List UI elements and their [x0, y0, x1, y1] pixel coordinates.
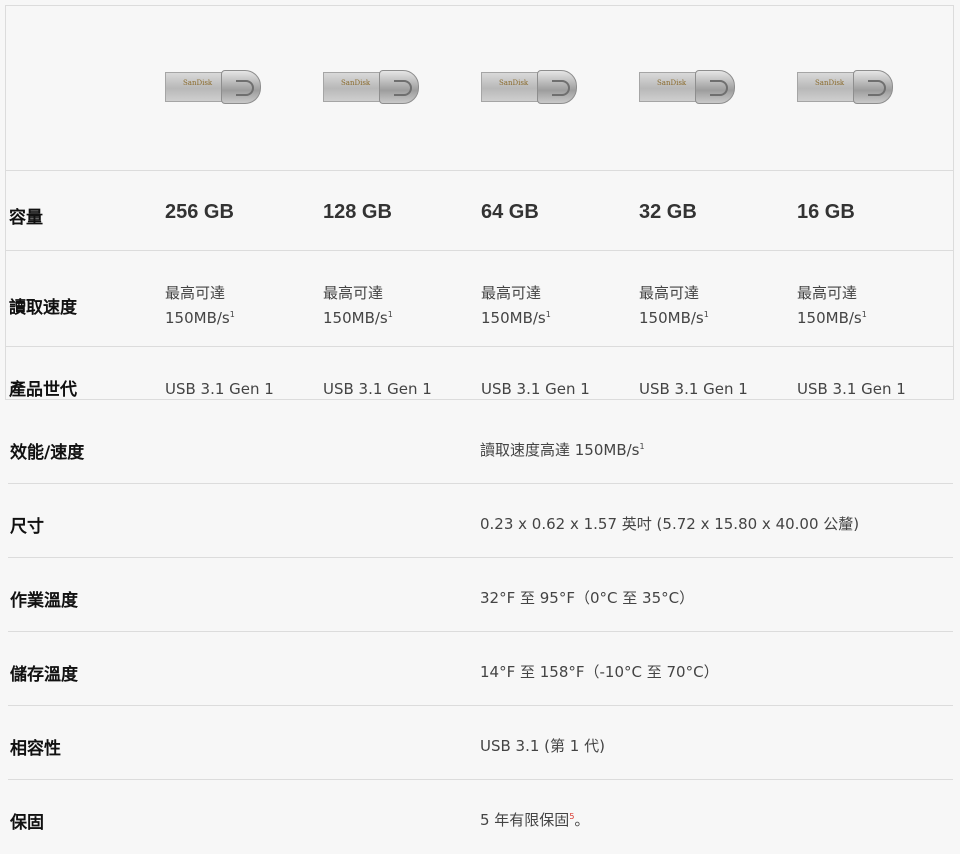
spec-row-dimensions: 尺寸 0.23 x 0.62 x 1.57 英吋 (5.72 x 15.80 x…: [8, 484, 953, 558]
capacity-value: 64 GB: [481, 201, 539, 223]
generation-value: USB 3.1 Gen 1: [797, 380, 906, 398]
generation-value: USB 3.1 Gen 1: [481, 380, 590, 398]
spec-value: 5 年有限保固5。: [480, 811, 590, 829]
spec-row-operating-temp: 作業溫度 32°F 至 95°F（0°C 至 35°C）: [8, 558, 953, 632]
capacity-value: 16 GB: [797, 201, 855, 223]
spec-label: 尺寸: [10, 517, 44, 537]
spec-label: 保固: [10, 813, 44, 833]
read-speed-row: 讀取速度 最高可達 150MB/s1 最高可達 150MB/s1 最高可達 150MB…: [6, 251, 953, 347]
spec-row-performance: 效能/速度 讀取速度高達 150MB/s1: [8, 410, 953, 484]
spec-row-warranty: 保固 5 年有限保固5。: [8, 780, 953, 854]
read-speed-value: 最高可達 150MB/s1: [639, 284, 709, 327]
product-comparison-table: SanDisk SanDisk SanDisk SanDisk SanDisk …: [5, 5, 954, 400]
product-generation-row: 產品世代 USB 3.1 Gen 1 USB 3.1 Gen 1 USB 3.1…: [6, 347, 953, 401]
spec-row-storage-temp: 儲存溫度 14°F 至 158°F（-10°C 至 70°C）: [8, 632, 953, 706]
spec-row-compatibility: 相容性 USB 3.1 (第 1 代): [8, 706, 953, 780]
spec-value: USB 3.1 (第 1 代): [480, 737, 605, 755]
spec-label: 儲存溫度: [10, 665, 78, 685]
generation-value: USB 3.1 Gen 1: [323, 380, 432, 398]
spec-value: 0.23 x 0.62 x 1.57 英吋 (5.72 x 15.80 x 40…: [480, 515, 860, 533]
capacity-label: 容量: [9, 208, 43, 228]
capacity-value: 256 GB: [165, 201, 234, 223]
spec-value: 讀取速度高達 150MB/s1: [480, 441, 645, 459]
usb-drive-image: SanDisk: [639, 70, 735, 104]
specifications-table: 效能/速度 讀取速度高達 150MB/s1 尺寸 0.23 x 0.62 x 1…: [8, 410, 953, 854]
spec-label: 相容性: [10, 739, 61, 759]
spec-value: 32°F 至 95°F（0°C 至 35°C）: [480, 589, 695, 607]
usb-drive-image: SanDisk: [797, 70, 893, 104]
read-speed-label: 讀取速度: [9, 298, 77, 318]
read-speed-value: 最高可達 150MB/s1: [323, 284, 393, 327]
product-image-row: SanDisk SanDisk SanDisk SanDisk SanDisk: [6, 6, 953, 171]
product-generation-label: 產品世代: [9, 380, 77, 400]
usb-drive-image: SanDisk: [481, 70, 577, 104]
spec-label: 效能/速度: [10, 443, 85, 463]
capacity-value: 128 GB: [323, 201, 392, 223]
spec-value: 14°F 至 158°F（-10°C 至 70°C）: [480, 663, 719, 681]
usb-drive-image: SanDisk: [323, 70, 419, 104]
capacity-row: 容量 256 GB 128 GB 64 GB 32 GB 16 GB: [6, 171, 953, 251]
read-speed-value: 最高可達 150MB/s1: [481, 284, 551, 327]
read-speed-value: 最高可達 150MB/s1: [797, 284, 867, 327]
capacity-value: 32 GB: [639, 201, 697, 223]
spec-label: 作業溫度: [10, 591, 78, 611]
read-speed-value: 最高可達 150MB/s1: [165, 284, 235, 327]
generation-value: USB 3.1 Gen 1: [639, 380, 748, 398]
generation-value: USB 3.1 Gen 1: [165, 380, 274, 398]
usb-drive-image: SanDisk: [165, 70, 261, 104]
